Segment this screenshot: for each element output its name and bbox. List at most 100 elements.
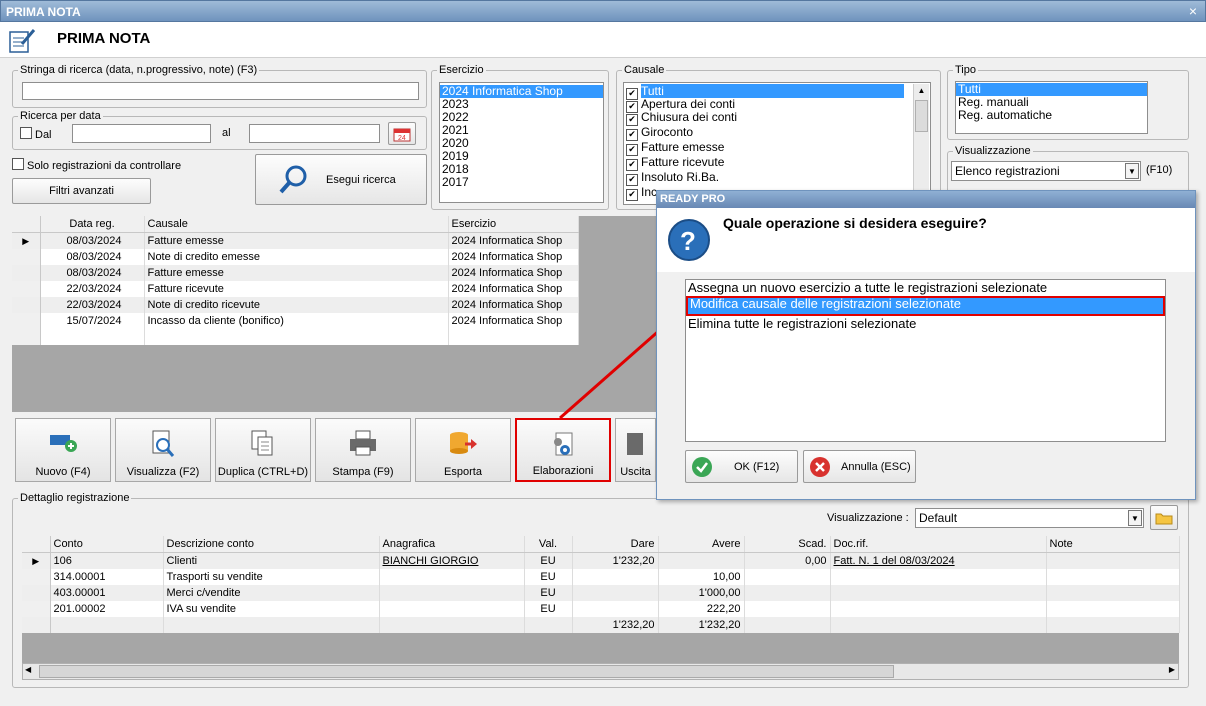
dialog-option-selected[interactable]: Modifica causale delle registrazioni sel… [686,296,1165,316]
det-header[interactable]: Val. [524,536,573,553]
tipo-item[interactable]: Reg. automatiche [956,109,1147,122]
esercizio-item[interactable]: 2017 [440,176,603,189]
causale-list[interactable]: ✔ Tutti ✔ Apertura dei conti ✔ Chiusura dei… [623,82,931,205]
chevron-down-icon[interactable]: ▼ [1128,510,1142,526]
toolbar-button-new-card[interactable]: Nuovo (F4) [15,418,111,482]
dialog-option[interactable]: Elimina tutte le registrazioni seleziona… [686,316,1165,332]
table-cell [1046,569,1180,585]
causale-item[interactable]: Insoluto Ri.Ba. [641,170,719,184]
reg-header[interactable]: Esercizio [448,216,579,233]
dal-checkbox-box[interactable] [20,127,32,139]
causale-item[interactable]: Chiusura dei conti [641,110,737,124]
table-row[interactable]: 1'232,20 1'232,20 [22,617,1180,633]
search-input[interactable] [22,82,419,100]
row-indicator [22,617,51,633]
causale-item[interactable]: Giroconto [641,125,693,139]
scroll-left-icon[interactable]: ◀ [25,665,31,674]
det-header[interactable]: Anagrafica [379,536,525,553]
det-header[interactable]: Doc.rif. [830,536,1047,553]
det-header[interactable]: Dare [572,536,659,553]
table-cell: Fatture emesse [144,265,449,281]
table-cell [524,617,573,633]
toolbar-button-gear-document[interactable]: Elaborazioni [515,418,611,482]
new-card-icon [48,429,78,458]
solo-checkbox-box[interactable] [12,158,24,170]
esercizio-list[interactable]: 2024 Informatica Shop 2023 2022 2021 202… [439,82,604,203]
filtri-avanzati-button[interactable]: Filtri avanzati [12,178,151,204]
solo-checkbox[interactable]: Solo registrazioni da controllare [12,158,181,172]
scroll-thumb[interactable] [915,100,928,132]
dettaglio-vis-value: Default [919,511,958,525]
date-to-input[interactable] [249,124,380,143]
cancel-button[interactable]: Annulla (ESC) [803,450,916,483]
row-indicator [12,281,41,297]
causale-item[interactable]: Fatture ricevute [641,155,724,169]
cancel-label: Annulla (ESC) [841,461,911,473]
causale-item[interactable]: Apertura dei conti [641,97,735,111]
table-row[interactable]: 403.00001 Merci c/vendite EU 1'000,00 [22,585,1180,601]
det-header[interactable]: Conto [50,536,164,553]
toolbar-button-exit[interactable]: Uscita [615,418,656,482]
table-row[interactable]: 314.00001 Trasporti su vendite EU 10,00 [22,569,1180,585]
det-header[interactable]: Descrizione conto [163,536,380,553]
table-row[interactable]: 08/03/2024 Note di credito emesse 2024 Inf… [12,249,579,265]
toolbar-button-export[interactable]: Esporta [415,418,511,482]
dettaglio-vis-label: Visualizzazione : [827,512,909,524]
dettaglio-label: Dettaglio registrazione [18,492,132,504]
table-cell: 2024 Informatica Shop [448,281,579,297]
scroll-thumb[interactable] [39,665,894,678]
ok-button[interactable]: OK (F12) [685,450,798,483]
scroll-up-icon[interactable]: ▲ [914,84,929,98]
row-indicator [22,569,51,585]
det-header[interactable]: Scad. [744,536,831,553]
table-row[interactable]: 08/03/2024 Fatture emesse 2024 Informatica… [12,265,579,281]
reg-header[interactable]: Data reg. [40,216,145,233]
reg-header[interactable]: Causale [144,216,449,233]
causale-item[interactable]: Fatture emesse [641,140,724,154]
table-row[interactable]: 15/07/2024 Incasso da cliente (bonifico) 2… [12,313,579,329]
table-cell: 2024 Informatica Shop [448,249,579,265]
causale-item[interactable]: Tutti [641,84,904,98]
table-cell [572,585,659,601]
page-title: PRIMA NOTA [57,30,151,47]
dialog-title: READY PRO [657,191,1195,208]
table-cell: 22/03/2024 [40,281,145,297]
det-header[interactable]: Note [1046,536,1180,553]
operation-dialog: READY PRO ? Quale operazione si desidera… [656,190,1196,500]
causale-scrollbar[interactable]: ▲ [913,84,929,202]
scroll-right-icon[interactable]: ▶ [1169,665,1175,674]
table-row[interactable]: ▶ 08/03/2024 Fatture emesse 2024 Informatic… [12,232,579,249]
question-icon: ? [668,219,710,261]
toolbar-label: Elaborazioni [532,465,594,477]
chevron-down-icon[interactable]: ▼ [1125,163,1139,179]
table-row[interactable]: 22/03/2024 Fatture ricevute 2024 Informati… [12,281,579,297]
dialog-option[interactable]: Assegna un nuovo esercizio a tutte le re… [686,280,1165,296]
view-document-icon [148,429,178,462]
filtri-label: Filtri avanzati [49,185,114,197]
folder-button[interactable] [1150,505,1178,530]
table-cell [658,552,745,569]
table-row[interactable]: 22/03/2024 Note di credito ricevute 2024 I… [12,297,579,313]
calendar-button[interactable]: 24 [388,122,416,145]
close-icon[interactable]: × [1186,0,1200,22]
toolbar-button-view-document[interactable]: Visualizza (F2) [115,418,211,482]
table-row[interactable]: 201.00002 IVA su vendite EU 222,20 [22,601,1180,617]
esegui-ricerca-button[interactable]: Esegui ricerca [255,154,427,205]
dettaglio-vis-select[interactable]: Default ▼ [915,508,1144,528]
table-cell [830,569,1047,585]
causale-item[interactable]: Inc [641,185,657,199]
visualizzazione-select[interactable]: Elenco registrazioni ▼ [951,161,1141,181]
gear-document-icon [548,430,578,463]
tipo-list[interactable]: Tutti Reg. manuali Reg. automatiche [955,81,1148,134]
det-header[interactable]: Avere [658,536,745,553]
date-from-input[interactable] [72,124,211,143]
table-cell[interactable]: Fatt. N. 1 del 08/03/2024 [830,552,1047,569]
table-cell: 2024 Informatica Shop [448,232,579,249]
horizontal-scrollbar[interactable]: ◀ ▶ [22,663,1179,680]
toolbar-button-printer[interactable]: Stampa (F9) [315,418,411,482]
dal-checkbox[interactable]: Dal [20,127,52,141]
table-cell[interactable]: BIANCHI GIORGIO [379,552,525,569]
toolbar-button-duplicate[interactable]: Duplica (CTRL+D) [215,418,311,482]
table-row[interactable]: ▶ 106 Clienti BIANCHI GIORGIO EU 1'232,20 0,00… [22,552,1180,569]
dialog-options-list[interactable]: Assegna un nuovo esercizio a tutte le re… [685,279,1166,442]
